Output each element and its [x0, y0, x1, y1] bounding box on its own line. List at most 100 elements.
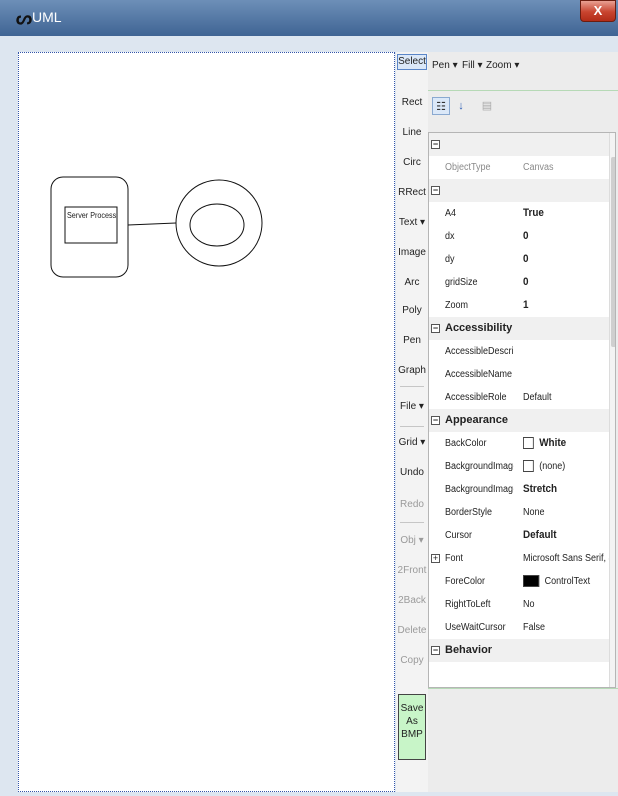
- property-grid-scrollbar[interactable]: [609, 133, 615, 687]
- property-name: UseWaitCursor: [445, 622, 506, 633]
- category-appearance[interactable]: − Appearance: [429, 409, 615, 432]
- property-row[interactable]: dx 0: [429, 225, 615, 248]
- expand-icon[interactable]: +: [431, 554, 440, 563]
- property-row[interactable]: dy 0: [429, 248, 615, 271]
- property-value: Canvas: [523, 162, 554, 173]
- file-menu-dropdown[interactable]: File ▾: [397, 400, 427, 414]
- collapse-icon[interactable]: −: [431, 324, 440, 333]
- property-value[interactable]: Default: [523, 386, 609, 409]
- toolbox: Select Rect Line Circ RRect Text ▾ Image…: [396, 52, 428, 792]
- undo-button[interactable]: Undo: [397, 466, 427, 480]
- title-bar: ᔕ UML X: [0, 0, 618, 36]
- window-title: UML: [32, 9, 62, 25]
- property-row[interactable]: ForeColor ControlText: [429, 570, 615, 593]
- redo-button[interactable]: Redo: [397, 498, 427, 512]
- zoom-menu[interactable]: Zoom ▾: [486, 60, 519, 71]
- collapse-icon[interactable]: −: [431, 416, 440, 425]
- poly-tool-button[interactable]: Poly: [397, 304, 427, 318]
- alphabetical-sort-icon[interactable]: ↓: [452, 97, 470, 115]
- app-window: ᔕ UML X Server Process Select Rect Line …: [0, 0, 618, 796]
- pen-menu[interactable]: Pen ▾: [432, 60, 458, 71]
- connector-line[interactable]: [127, 222, 177, 226]
- category-accessibility[interactable]: − Accessibility: [429, 317, 615, 340]
- property-row[interactable]: BorderStyle None: [429, 501, 615, 524]
- line-tool-button[interactable]: Line: [397, 126, 427, 140]
- copy-button[interactable]: Copy: [397, 654, 427, 668]
- pen-tool-button[interactable]: Pen: [397, 334, 427, 348]
- collapse-icon[interactable]: −: [431, 646, 440, 655]
- category-row[interactable]: −: [429, 179, 615, 202]
- property-grid-toolbar: ☷ ↓ ▤: [428, 90, 618, 130]
- category-label: Accessibility: [445, 322, 513, 334]
- property-value[interactable]: White: [523, 432, 609, 455]
- bring-to-front-button[interactable]: 2Front: [397, 564, 427, 578]
- property-name: BackgroundImage: [445, 461, 514, 472]
- delete-button[interactable]: Delete: [397, 624, 427, 638]
- select-tool-button[interactable]: Select: [397, 54, 427, 70]
- rect-tool-button[interactable]: Rect: [397, 96, 427, 110]
- obj-dropdown[interactable]: Obj ▾: [397, 534, 427, 548]
- property-row[interactable]: UseWaitCursor False: [429, 616, 615, 639]
- property-row[interactable]: AccessibleName: [429, 363, 615, 386]
- property-name: AccessibleName: [445, 369, 513, 380]
- property-name: ForeColor: [445, 576, 486, 587]
- drawing-canvas[interactable]: Server Process: [18, 52, 395, 792]
- circ-tool-button[interactable]: Circ: [397, 156, 427, 170]
- collapse-icon[interactable]: −: [431, 186, 440, 195]
- rrect-tool-button[interactable]: RRect: [397, 186, 427, 200]
- property-value[interactable]: False: [523, 616, 609, 639]
- property-value: True: [523, 207, 544, 219]
- canvas-drawing: [50, 176, 263, 278]
- property-row[interactable]: BackColor White: [429, 432, 615, 455]
- property-row[interactable]: BackgroundImage (none): [429, 455, 615, 478]
- toolbox-separator: [400, 386, 424, 387]
- property-value: 0: [523, 276, 529, 288]
- backcolor-swatch: [523, 437, 534, 450]
- property-row[interactable]: ObjectType Canvas: [429, 156, 615, 179]
- property-value[interactable]: ControlText: [523, 570, 609, 593]
- graph-tool-button[interactable]: Graph: [397, 364, 427, 378]
- save-as-bmp-button[interactable]: Save As BMP: [398, 694, 426, 760]
- category-label: Appearance: [445, 414, 508, 426]
- toolbox-separator: [400, 426, 424, 427]
- category-behavior[interactable]: − Behavior: [429, 639, 615, 662]
- grid-dropdown[interactable]: Grid ▾: [397, 436, 427, 450]
- forecolor-value: ControlText: [544, 576, 591, 587]
- close-button[interactable]: X: [580, 0, 616, 22]
- inner-ellipse-shape[interactable]: [189, 203, 245, 247]
- property-value[interactable]: Microsoft Sans Serif, 8.: [523, 547, 609, 570]
- property-row[interactable]: gridSize 0: [429, 271, 615, 294]
- property-value[interactable]: None: [523, 501, 609, 524]
- property-row[interactable]: BackgroundImageL Stretch: [429, 478, 615, 501]
- property-row[interactable]: A4 True: [429, 202, 615, 225]
- property-value[interactable]: No: [523, 593, 609, 616]
- collapse-icon[interactable]: −: [431, 140, 440, 149]
- categorized-icon[interactable]: ☷: [432, 97, 450, 115]
- send-to-back-button[interactable]: 2Back: [397, 594, 427, 608]
- backcolor-value: White: [539, 437, 567, 449]
- arc-tool-button[interactable]: Arc: [397, 276, 427, 290]
- scrollbar-thumb[interactable]: [611, 157, 615, 347]
- property-value[interactable]: (none): [523, 455, 609, 478]
- property-name: ObjectType: [445, 162, 491, 173]
- category-label: Behavior: [445, 644, 493, 656]
- property-value: 1: [523, 299, 529, 311]
- property-row[interactable]: + Font Microsoft Sans Serif, 8.: [429, 547, 615, 570]
- property-value[interactable]: Stretch: [523, 478, 609, 501]
- property-row[interactable]: AccessibleDescriptic: [429, 340, 615, 363]
- category-row[interactable]: −: [429, 133, 615, 156]
- property-row[interactable]: AccessibleRole Default: [429, 386, 615, 409]
- image-tool-button[interactable]: Image: [397, 246, 427, 260]
- fill-menu[interactable]: Fill ▾: [462, 60, 483, 71]
- process-label: Server Process: [67, 211, 117, 220]
- property-value[interactable]: Default: [523, 524, 609, 547]
- text-tool-dropdown[interactable]: Text ▾: [397, 216, 427, 230]
- property-row[interactable]: Zoom 1: [429, 294, 615, 317]
- rounded-rect-shape[interactable]: [50, 176, 129, 278]
- toolbox-separator: [400, 522, 424, 523]
- property-row[interactable]: Cursor Default: [429, 524, 615, 547]
- property-name: AccessibleRole: [445, 392, 507, 403]
- outer-circle-shape[interactable]: [175, 179, 263, 267]
- property-pages-icon[interactable]: ▤: [478, 97, 496, 115]
- property-row[interactable]: RightToLeft No: [429, 593, 615, 616]
